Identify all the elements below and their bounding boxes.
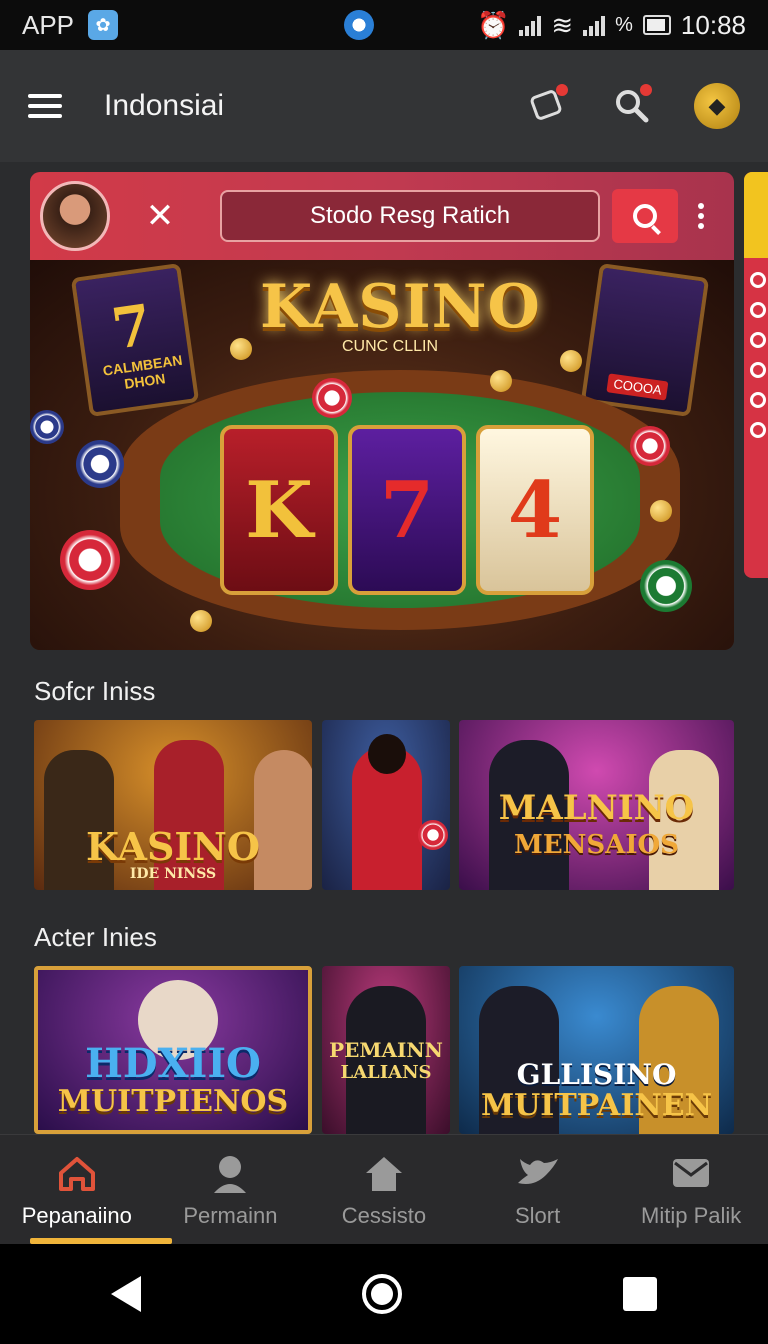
wifi-icon: ≋ (551, 9, 574, 40)
notification-icon (344, 10, 374, 40)
gold-coin (650, 500, 672, 522)
profile-avatar-icon[interactable]: ◆ (694, 83, 740, 129)
tile-title: HDXIIO (85, 1040, 261, 1087)
app-actions: ◆ (526, 83, 740, 129)
status-right: ⏰ ≋ % 10:88 (477, 10, 746, 41)
app-label: APP (22, 9, 75, 40)
nav-item-pepanaiino[interactable]: Pepanaiino (0, 1135, 172, 1244)
page-title: Indonsiai (104, 89, 225, 122)
casino-chip (60, 530, 120, 590)
game-tile[interactable] (322, 720, 450, 890)
signal-icon-2 (583, 14, 606, 36)
right-card-text: COOOA (606, 373, 669, 401)
casino-scene: 7 CALMBEAN DHON COOOA KASINO CUNC CLLIN … (30, 260, 734, 650)
recent-apps-icon[interactable] (623, 1277, 658, 1311)
slot-poster-left: 7 CALMBEAN DHON (70, 263, 200, 417)
clock: 10:88 (680, 9, 746, 40)
kasino-subtitle: CUNC CLLIN (342, 338, 439, 355)
menu-icon[interactable] (28, 94, 62, 118)
tile-title: KASINO (85, 824, 261, 869)
nav-item-permainn[interactable]: Permainn (154, 1135, 308, 1244)
back-icon[interactable] (110, 1276, 141, 1312)
tile-subtitle: IDE NINSS (129, 866, 217, 882)
slot-reel: 4 (476, 425, 594, 595)
search-input[interactable]: Stodo Resg Ratich (220, 190, 600, 242)
casino-chip (30, 410, 64, 444)
signal-icon (519, 14, 542, 36)
nav-label: Slort (514, 1202, 561, 1228)
nav-item-slort[interactable]: Slort (461, 1135, 615, 1244)
home-button-icon[interactable] (361, 1274, 402, 1314)
house-icon (362, 1151, 406, 1195)
slot-reel: K (220, 425, 338, 595)
gold-coin (190, 610, 212, 632)
tile-subtitle: LALIANS (340, 1062, 432, 1083)
notification-dot (556, 84, 568, 96)
nav-label: Cessisto (341, 1202, 427, 1228)
promo-banner[interactable]: 7 CALMBEAN DHON COOOA KASINO CUNC CLLIN … (30, 172, 734, 650)
notification-dot (640, 84, 652, 96)
battery-icon (642, 15, 671, 35)
close-icon[interactable]: ✕ (140, 196, 180, 236)
game-tile[interactable]: PEMAINN LALIANS (322, 966, 450, 1134)
bird-icon (514, 1151, 562, 1195)
section-title: Acter Inies (34, 922, 157, 952)
app-badge-icon: ✿ (88, 10, 119, 40)
game-tile[interactable]: MALNINO MENSAIOS (459, 720, 734, 890)
casino-chip (640, 560, 692, 612)
casino-chip (312, 378, 352, 418)
casino-chip (418, 820, 448, 850)
tile-title: PEMAINN (329, 1038, 443, 1062)
game-tile[interactable]: KASINO IDE NINSS (34, 720, 312, 890)
search-icon (633, 204, 657, 228)
bottom-nav: Pepanaiino Permainn Cessisto Slort Mitip… (0, 1134, 768, 1244)
kasino-logo: KASINO (260, 272, 541, 342)
slot-reels: K 7 4 (220, 425, 594, 595)
tile-subtitle: MUITPAINEN (480, 1088, 713, 1123)
left-card-text: CALMBEAN DHON (101, 351, 184, 392)
banner-search-bar: ✕ Stodo Resg Ratich (30, 172, 734, 260)
search-button[interactable] (612, 189, 678, 243)
alarm-icon: ⏰ (476, 9, 510, 40)
search-icon[interactable] (610, 84, 654, 128)
casino-chip (76, 440, 124, 488)
more-options-icon[interactable] (698, 203, 704, 229)
game-tile[interactable]: HDXIIO MUITPIENOS (34, 966, 312, 1134)
tile-title: GLLISINO (516, 1058, 677, 1091)
slot-reel: 7 (348, 425, 466, 595)
chat-icon[interactable] (526, 84, 570, 128)
casino-chip (630, 426, 670, 466)
nav-item-mitip-palik[interactable]: Mitip Palik (614, 1135, 768, 1244)
nav-label: Mitip Palik (641, 1202, 742, 1228)
gold-coin (230, 338, 252, 360)
system-nav-bar (0, 1244, 768, 1344)
nav-item-cessisto[interactable]: Cessisto (307, 1135, 461, 1244)
section-title: Sofcr Iniss (34, 676, 156, 706)
user-avatar[interactable] (40, 181, 110, 251)
app-bar: Indonsiai ◆ (0, 50, 768, 162)
percent-label: % (615, 13, 633, 36)
tile-title: MALNINO (498, 788, 695, 828)
status-left: APP ✿ (22, 9, 119, 41)
nav-label: Pepanaiino (21, 1202, 132, 1228)
mail-icon (669, 1151, 713, 1195)
gold-coin (560, 350, 582, 372)
tile-subtitle: MENSAIOS (514, 830, 679, 860)
side-drawer-handle[interactable] (744, 172, 768, 578)
nav-label: Permainn (183, 1202, 278, 1228)
person-icon (208, 1151, 252, 1195)
game-tile[interactable]: GLLISINO MUITPAINEN (459, 966, 734, 1134)
home-icon (55, 1151, 99, 1195)
gold-coin (490, 370, 512, 392)
slot-poster-right: COOOA (580, 263, 710, 417)
tile-subtitle: MUITPIENOS (57, 1084, 289, 1119)
status-bar: APP ✿ ⏰ ≋ % 10:88 (0, 0, 768, 50)
